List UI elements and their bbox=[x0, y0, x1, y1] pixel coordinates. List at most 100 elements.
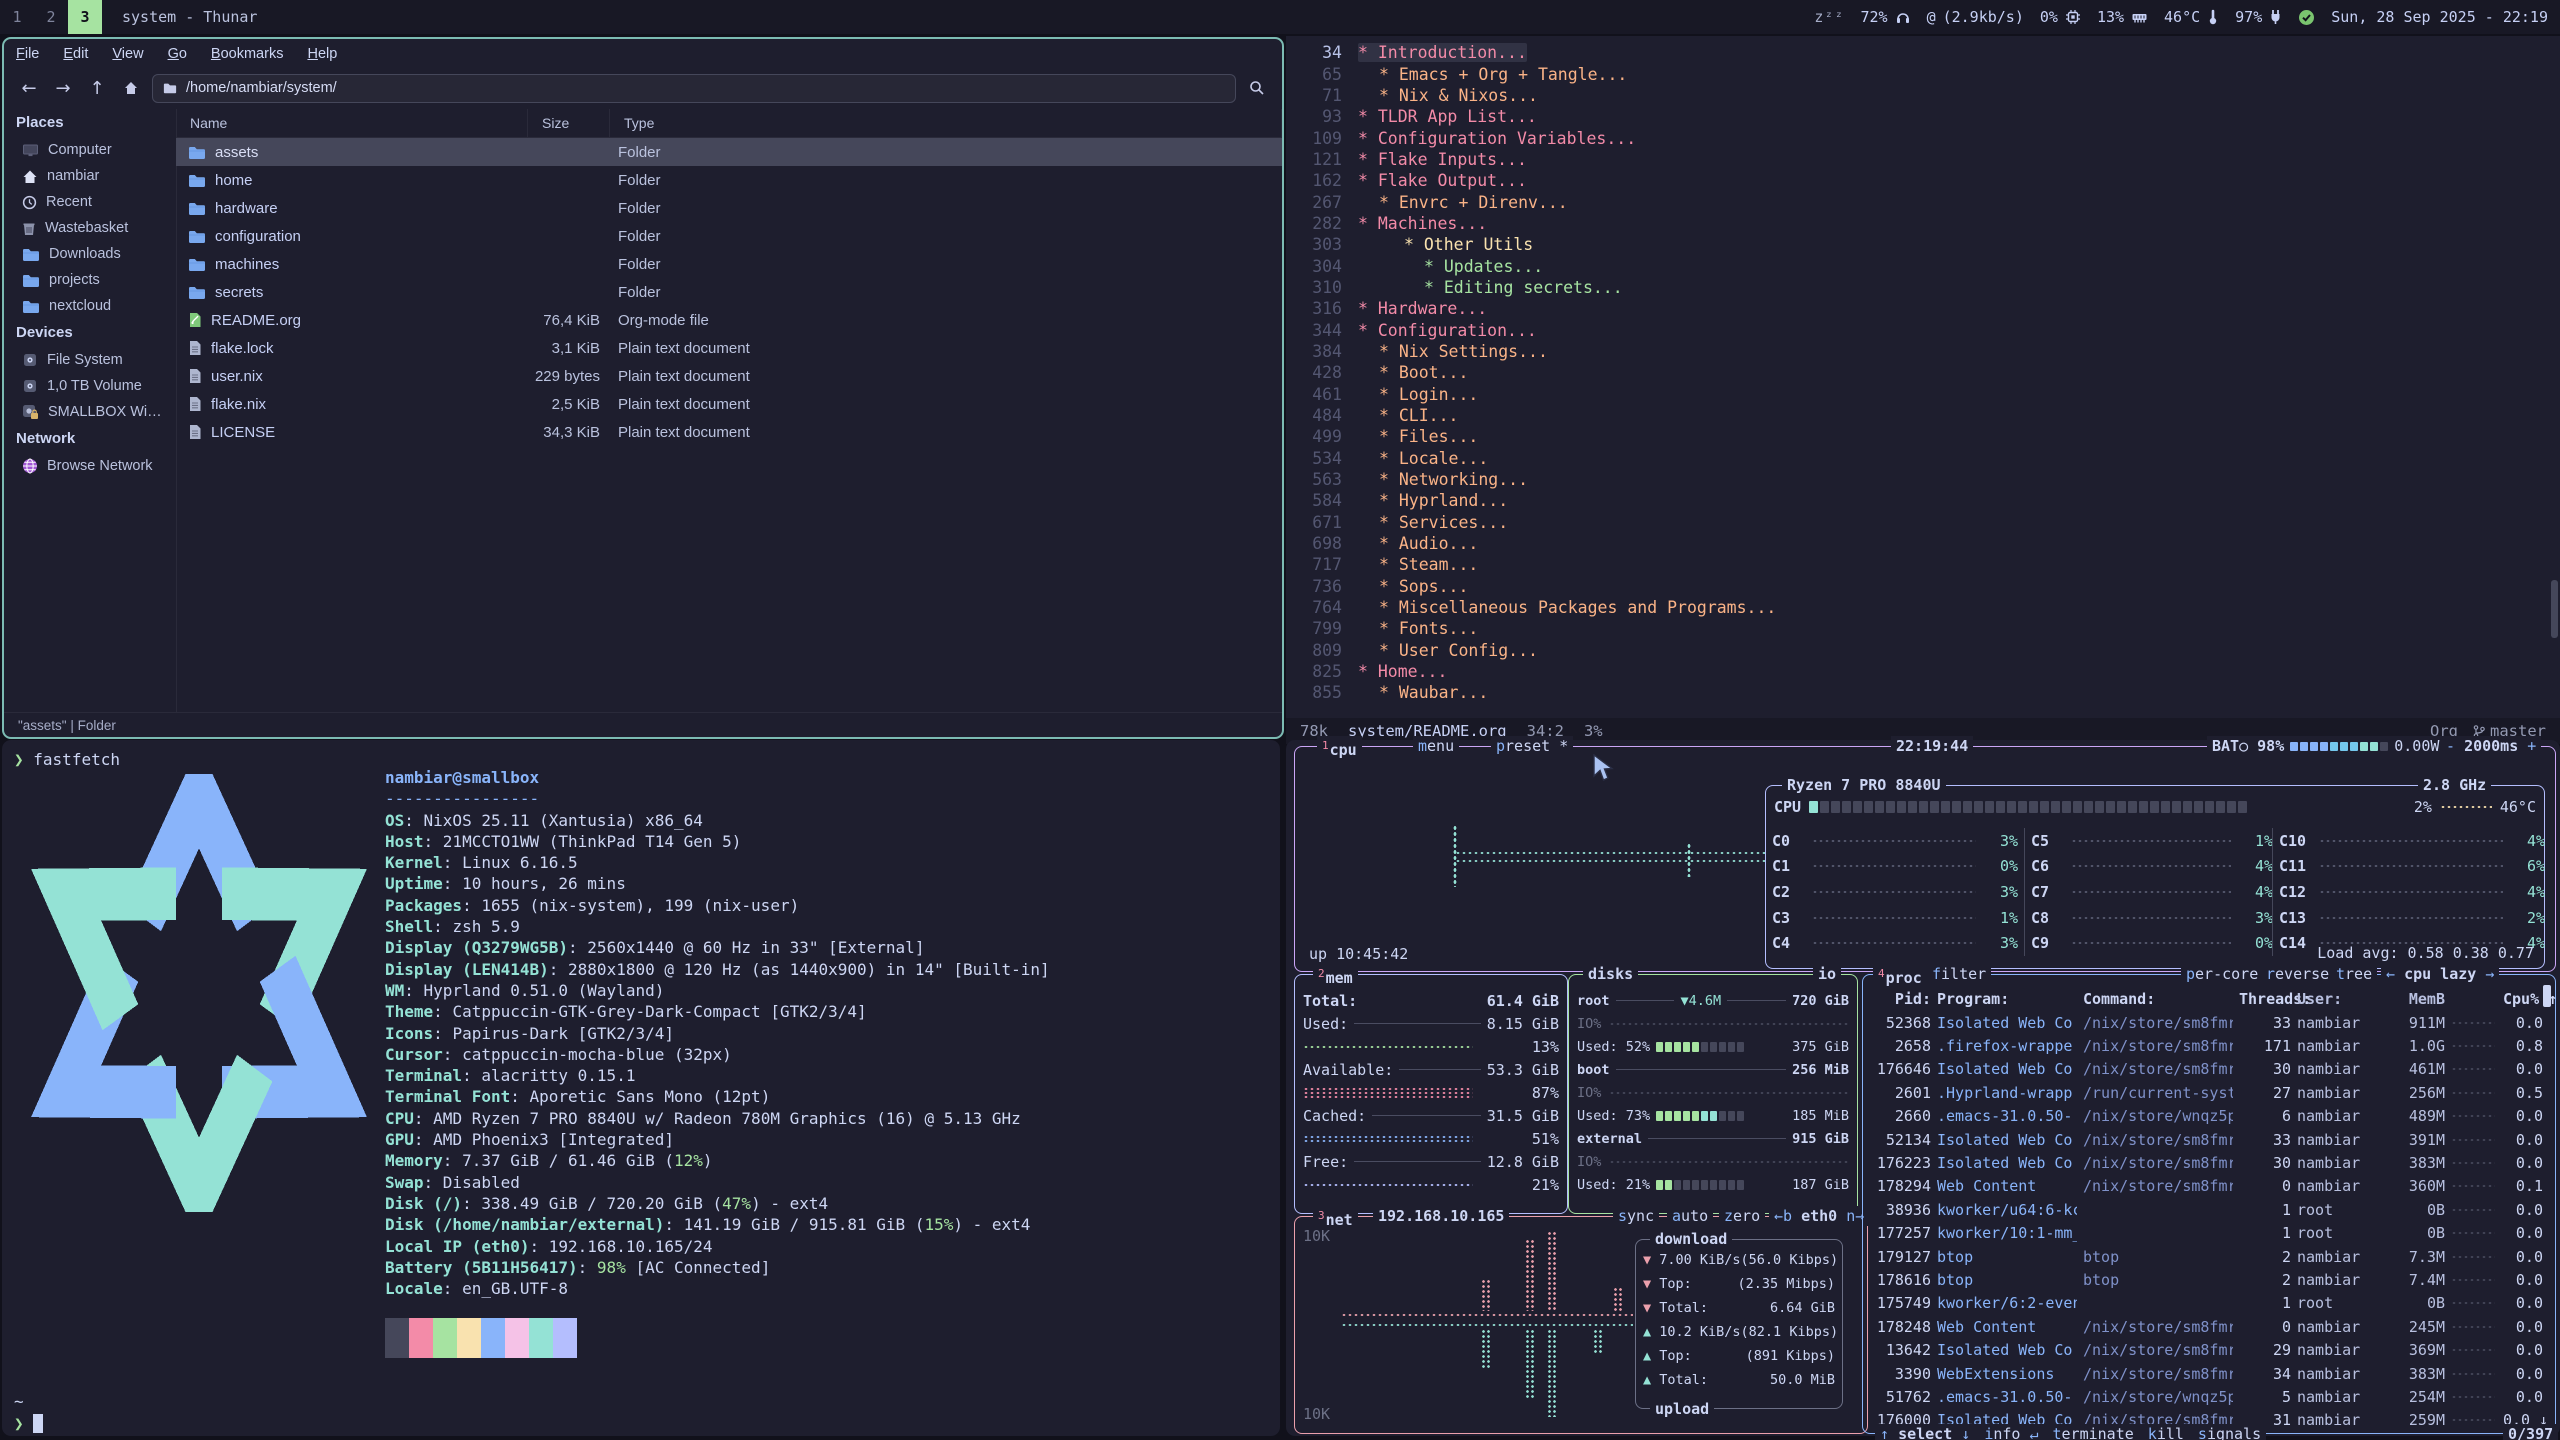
proc-row[interactable]: 52134Isolated Web Co/nix/store/sm8fmrf3w… bbox=[1863, 1128, 2541, 1151]
menu-help[interactable]: Help bbox=[307, 46, 337, 62]
shell-prompt[interactable]: ❯ bbox=[14, 1414, 43, 1433]
file-row[interactable]: machinesFolder bbox=[176, 250, 1282, 278]
path-bar[interactable]: /home/nambiar/system/ bbox=[152, 74, 1236, 103]
proc-tab-tree[interactable]: tree bbox=[2331, 964, 2377, 984]
disk-used-row: Used: 21%187 GiB bbox=[1569, 1173, 1857, 1196]
sidebar-item-label: 1,0 TB Volume bbox=[47, 378, 142, 394]
net-box: 3net192.168.10.165syncautozero←b eth0 n→… bbox=[1294, 1216, 1868, 1434]
tab-menu[interactable]: menu bbox=[1413, 736, 1459, 756]
menu-edit[interactable]: Edit bbox=[63, 46, 88, 62]
sidebar-item-downloads[interactable]: Downloads bbox=[4, 241, 176, 267]
fastfetch-value: NixOS 25.11 (Xantusia) x86_64 bbox=[424, 811, 703, 830]
fastfetch-label: Host bbox=[385, 832, 424, 851]
tab-preset[interactable]: preset * bbox=[1491, 736, 1573, 756]
workspace-3[interactable]: 3 bbox=[68, 0, 102, 34]
sidebar-item-smallbox-wi-[interactable]: SMALLBOX Wi… bbox=[4, 399, 176, 425]
sidebar-item-browse-network[interactable]: Browse Network bbox=[4, 453, 176, 479]
column-header-name[interactable]: Name bbox=[176, 109, 528, 137]
proc-tab-per-core[interactable]: per-core bbox=[2181, 964, 2263, 984]
menu-file[interactable]: File bbox=[16, 46, 39, 62]
idle-inhibitor[interactable]: zᶻᶻ bbox=[1814, 8, 1844, 26]
proc-row[interactable]: 177257kworker/10:1-mm_1root0B0.0 bbox=[1863, 1222, 2541, 1245]
core-row-C11: C116% bbox=[2279, 854, 2545, 880]
forward-button[interactable]: → bbox=[50, 75, 76, 101]
menu-view[interactable]: View bbox=[112, 46, 143, 62]
fastfetch-line: Icons: Papirus-Dark [GTK2/3/4] bbox=[385, 1024, 1050, 1045]
proc-row[interactable]: 38936kworker/u64:6-kc1root0B0.0 bbox=[1863, 1198, 2541, 1221]
mem-total-row: Total:61.4 GiB bbox=[1295, 989, 1567, 1012]
refresh-rate-control[interactable]: - 2000ms + bbox=[2441, 736, 2541, 756]
file-row[interactable]: flake.nix2,5 KiBPlain text document bbox=[176, 390, 1282, 418]
net-interface-tab[interactable]: ←b eth0 n→ bbox=[1769, 1206, 1869, 1226]
file-row[interactable]: assetsFolder bbox=[176, 138, 1282, 166]
proc-row[interactable]: 179127btopbtop2nambiar7.3M0.0 bbox=[1863, 1245, 2541, 1268]
file-row[interactable]: configurationFolder bbox=[176, 222, 1282, 250]
proc-row[interactable]: 3390WebExtensions/nix/store/sm8fmrf3wps4… bbox=[1863, 1362, 2541, 1385]
proc-row[interactable]: 176646Isolated Web Co/nix/store/sm8fmrf3… bbox=[1863, 1058, 2541, 1081]
select-control[interactable]: ↑ select ↓ bbox=[1880, 1424, 1970, 1440]
sidebar-item-computer[interactable]: Computer bbox=[4, 137, 176, 163]
file-row[interactable]: flake.lock3,1 KiBPlain text document bbox=[176, 334, 1282, 362]
menu-bookmarks[interactable]: Bookmarks bbox=[211, 46, 284, 62]
home-button[interactable] bbox=[118, 75, 144, 101]
workspace-1[interactable]: 1 bbox=[0, 0, 34, 34]
menu-go[interactable]: Go bbox=[168, 46, 187, 62]
file-row[interactable]: LICENSE34,3 KiBPlain text document bbox=[176, 418, 1282, 446]
battery-meter: BAT○ 98%0.00W bbox=[2207, 736, 2444, 756]
workspace-2[interactable]: 2 bbox=[34, 0, 68, 34]
fastfetch-label: Battery (5B11H56417) bbox=[385, 1258, 578, 1277]
proc-row[interactable]: 51762.emacs-31.0.50-/nix/store/wnqz5pa8r… bbox=[1863, 1385, 2541, 1408]
terminate-control[interactable]: terminate bbox=[2053, 1424, 2134, 1440]
proc-row[interactable]: 52368Isolated Web Co/nix/store/sm8fmrf3w… bbox=[1863, 1011, 2541, 1034]
proc-scrollbar[interactable] bbox=[2543, 985, 2551, 1007]
proc-row[interactable]: 13642Isolated Web Co/nix/store/sm8fmrf3w… bbox=[1863, 1338, 2541, 1361]
proc-row[interactable]: 178294Web Content/nix/store/sm8fmrf3wps4… bbox=[1863, 1175, 2541, 1198]
folder-icon bbox=[22, 247, 40, 262]
net-tab-zero[interactable]: zero bbox=[1719, 1206, 1765, 1226]
proc-filter-tab[interactable]: filter bbox=[1927, 964, 1991, 984]
sidebar-item-1-0-tb-volume[interactable]: 1,0 TB Volume bbox=[4, 373, 176, 399]
sidebar-item-nextcloud[interactable]: nextcloud bbox=[4, 293, 176, 319]
file-row[interactable]: secretsFolder bbox=[176, 278, 1282, 306]
proc-row[interactable]: 2601.Hyprland-wrapp/run/current-system/s… bbox=[1863, 1081, 2541, 1104]
terminal-color-palette bbox=[385, 1318, 577, 1358]
sidebar-item-recent[interactable]: Recent bbox=[4, 189, 176, 215]
column-header-type[interactable]: Type bbox=[610, 109, 1282, 137]
proc-row[interactable]: 178616btopbtop2nambiar7.4M0.0 bbox=[1863, 1268, 2541, 1291]
sidebar-item-nambiar[interactable]: nambiar bbox=[4, 163, 176, 189]
proc-row[interactable]: 176223Isolated Web Co/nix/store/sm8fmrf3… bbox=[1863, 1151, 2541, 1174]
tab-io[interactable]: io bbox=[1813, 964, 1841, 984]
tab-cpu[interactable]: 1cpu bbox=[1317, 736, 1362, 760]
proc-row[interactable]: 178248Web Content/nix/store/sm8fmrf3wps4… bbox=[1863, 1315, 2541, 1338]
proc-sort-tab[interactable]: ← cpu lazy → bbox=[2381, 964, 2499, 984]
search-button[interactable] bbox=[1244, 75, 1270, 101]
proc-tab-reverse[interactable]: reverse bbox=[2261, 964, 2334, 984]
net-tab-sync[interactable]: sync bbox=[1613, 1206, 1659, 1226]
sidebar-item-label: Computer bbox=[48, 142, 112, 158]
cpu-total-percent: 2% bbox=[2414, 798, 2432, 816]
proc-row[interactable]: 175749kworker/6:2-even1root0B0.0 bbox=[1863, 1292, 2541, 1315]
file-row[interactable]: hardwareFolder bbox=[176, 194, 1282, 222]
signals-control[interactable]: signals bbox=[2198, 1424, 2261, 1440]
org-heading-line: 93* TLDR App List... bbox=[1286, 106, 2550, 127]
check-circle-icon bbox=[2298, 9, 2315, 26]
file-row[interactable]: homeFolder bbox=[176, 166, 1282, 194]
fastfetch-label: CPU bbox=[385, 1109, 414, 1128]
column-header-size[interactable]: Size bbox=[528, 109, 610, 137]
sidebar-item-projects[interactable]: projects bbox=[4, 267, 176, 293]
kill-control[interactable]: kill bbox=[2148, 1424, 2184, 1440]
emacs-scrollbar[interactable] bbox=[2551, 580, 2558, 638]
info-control[interactable]: info ↵ bbox=[1984, 1424, 2038, 1440]
org-heading-line: 461* Login... bbox=[1286, 384, 2550, 405]
file-row[interactable]: user.nix229 bytesPlain text document bbox=[176, 362, 1282, 390]
sidebar-item-file-system[interactable]: File System bbox=[4, 347, 176, 373]
back-button[interactable]: ← bbox=[16, 75, 42, 101]
up-button[interactable]: ↑ bbox=[84, 75, 110, 101]
line-number: 717 bbox=[1286, 555, 1358, 574]
file-row[interactable]: README.org76,4 KiBOrg-mode file bbox=[176, 306, 1282, 334]
proc-row[interactable]: 2658.firefox-wrappe/nix/store/sm8fmrf3wp… bbox=[1863, 1034, 2541, 1057]
net-tab-auto[interactable]: auto bbox=[1667, 1206, 1713, 1226]
core-row-C4: C43% bbox=[1772, 930, 2018, 956]
proc-row[interactable]: 2660.emacs-31.0.50-/nix/store/wnqz5pa8ra… bbox=[1863, 1105, 2541, 1128]
sidebar-item-wastebasket[interactable]: Wastebasket bbox=[4, 215, 176, 241]
